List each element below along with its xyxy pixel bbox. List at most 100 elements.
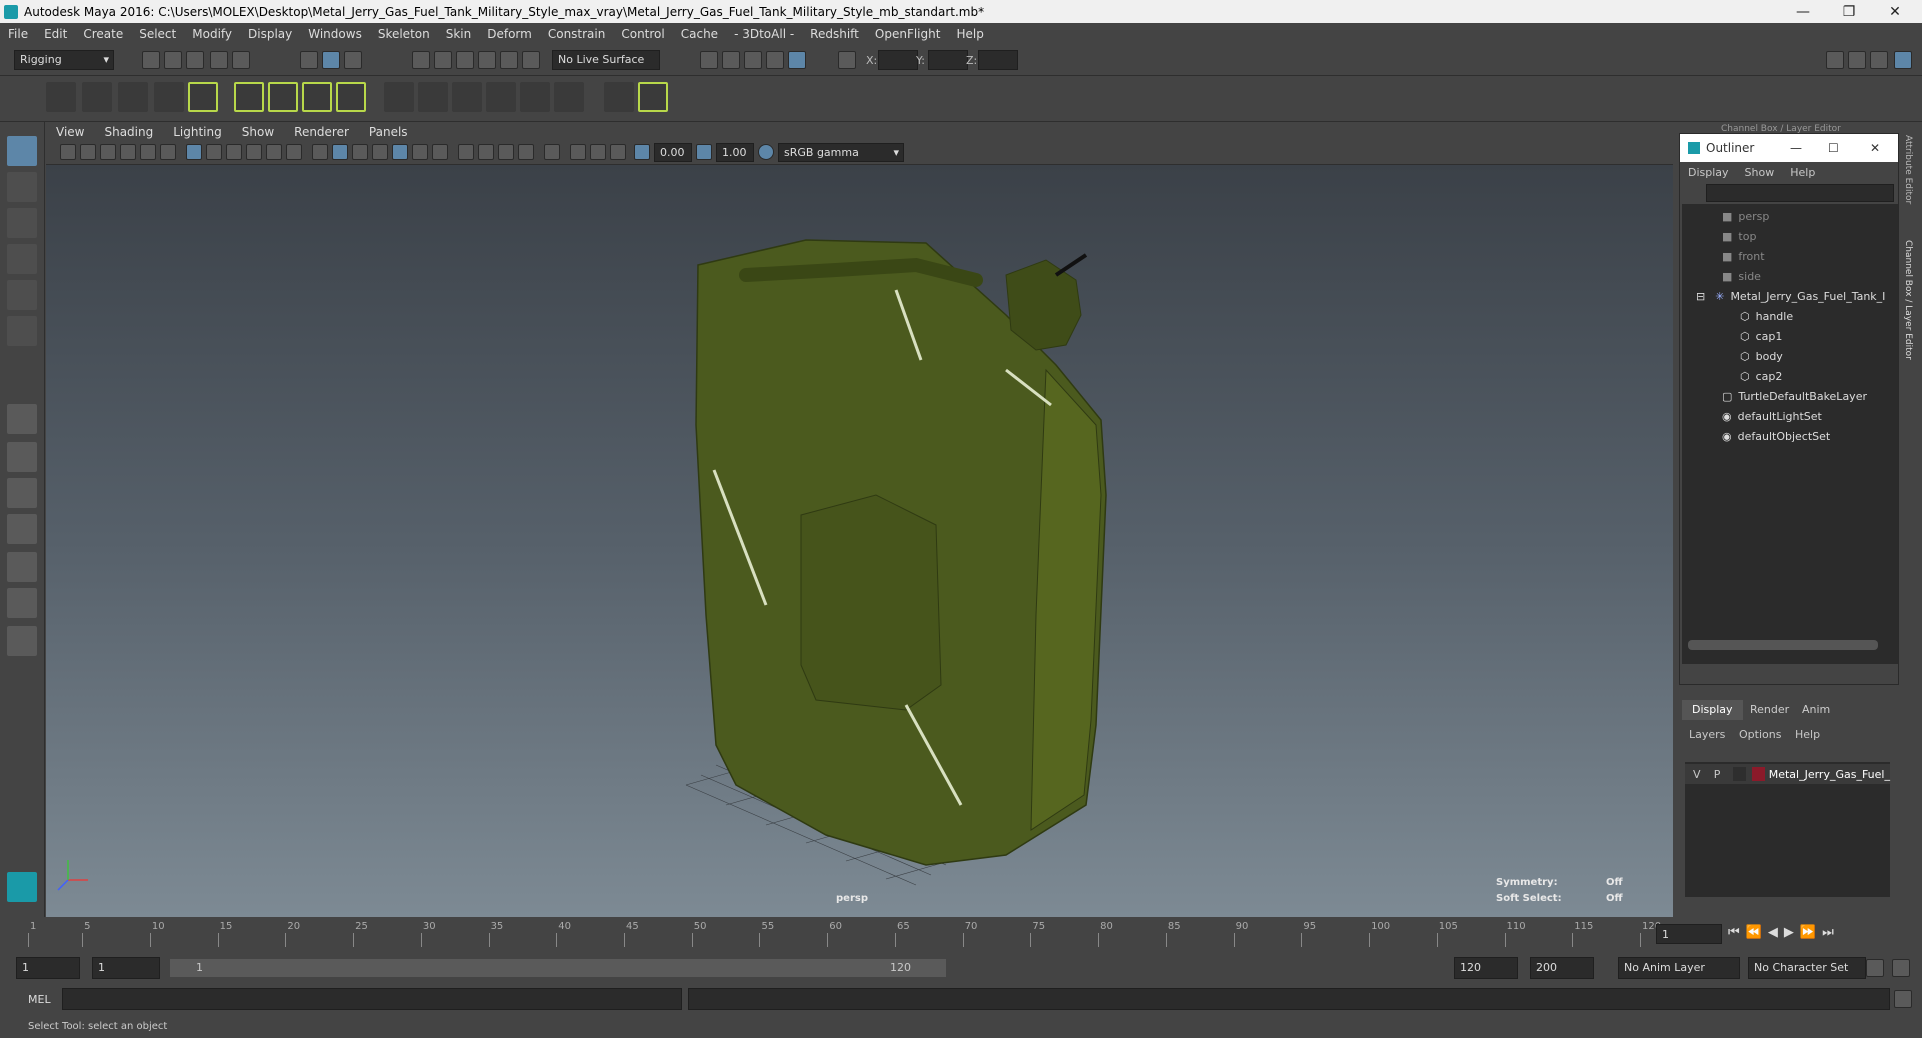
select-object-icon[interactable]	[322, 51, 340, 69]
outliner-menu-display[interactable]: Display	[1680, 166, 1737, 179]
close-button[interactable]: ✕	[1872, 0, 1918, 23]
collapse-icon[interactable]: ⊟	[1696, 290, 1705, 303]
playback-start-field[interactable]: 1	[92, 957, 160, 979]
snap-live-icon[interactable]	[522, 51, 540, 69]
menu-file[interactable]: File	[0, 27, 36, 41]
playback-end-field[interactable]: 120	[1454, 957, 1518, 979]
snap-point-icon[interactable]	[456, 51, 474, 69]
range-slider[interactable]: 1 120	[170, 959, 946, 977]
redo-icon[interactable]	[232, 51, 250, 69]
hypershade-icon[interactable]	[788, 51, 806, 69]
outliner-menu-show[interactable]: Show	[1737, 166, 1783, 179]
menu-openflight[interactable]: OpenFlight	[867, 27, 949, 41]
layer-visibility-toggle[interactable]: V	[1693, 768, 1710, 781]
snap-curve-icon[interactable]	[434, 51, 452, 69]
outliner-item-cap2[interactable]: ⬡ cap2	[1740, 366, 1782, 386]
attribute-editor-toggle-icon[interactable]	[1848, 51, 1866, 69]
script-language-label[interactable]: MEL	[28, 993, 51, 1006]
save-scene-icon[interactable]	[186, 51, 204, 69]
start-time-field[interactable]: 1	[16, 957, 80, 979]
menu-skeleton[interactable]: Skeleton	[370, 27, 438, 41]
playback-preferences-icon[interactable]	[1892, 959, 1910, 977]
bind-skin-icon[interactable]	[188, 82, 218, 112]
viewport-menu-show[interactable]: Show	[232, 125, 284, 139]
menu-windows[interactable]: Windows	[300, 27, 370, 41]
custom-layout-icon[interactable]	[7, 626, 37, 656]
modeling-toolkit-icon[interactable]	[1826, 51, 1844, 69]
two-d-pan-icon[interactable]	[140, 144, 156, 160]
transform-mode-icon[interactable]	[838, 51, 856, 69]
playback-controls[interactable]: ⏮⏪◀▶⏩⏭	[1728, 925, 1840, 940]
select-camera-icon[interactable]	[60, 144, 76, 160]
menu-control[interactable]: Control	[613, 27, 672, 41]
render-settings-icon[interactable]	[766, 51, 784, 69]
lattice-icon[interactable]	[234, 82, 264, 112]
motion-blur-icon[interactable]	[478, 144, 494, 160]
outliner-close-button[interactable]: ✕	[1870, 141, 1880, 155]
wireframe-on-shaded-icon[interactable]	[372, 144, 388, 160]
layer-type-toggle[interactable]	[1732, 767, 1746, 781]
y-coordinate-field[interactable]	[928, 50, 968, 70]
outliner-item-front[interactable]: ■ front	[1722, 246, 1765, 266]
scale-constraint-icon[interactable]	[486, 82, 516, 112]
create-character-icon[interactable]	[638, 82, 668, 112]
select-tool-icon[interactable]	[7, 136, 37, 166]
camera-attributes-icon[interactable]	[80, 144, 96, 160]
hypershade-layout-icon[interactable]	[7, 552, 37, 582]
time-slider[interactable]: 1 5 10 15 20 25 30 35 40 45 50 55 60 65 70 75 80 85 90 95 10…	[0, 917, 1922, 953]
layer-color-swatch[interactable]	[1751, 767, 1765, 781]
outliner-item-persp[interactable]: ■ persp	[1722, 206, 1769, 226]
select-hierarchy-icon[interactable]	[300, 51, 318, 69]
viewport-menu-lighting[interactable]: Lighting	[163, 125, 232, 139]
script-editor-icon[interactable]	[1894, 990, 1912, 1008]
field-chart-icon[interactable]	[266, 144, 282, 160]
grease-pencil-icon[interactable]	[160, 144, 176, 160]
gate-mask-icon[interactable]	[246, 144, 262, 160]
textured-icon[interactable]	[392, 144, 408, 160]
gamma-icon[interactable]	[696, 144, 712, 160]
color-space-dropdown[interactable]: sRGB gamma ▾	[778, 143, 904, 162]
end-time-field[interactable]: 200	[1530, 957, 1594, 979]
aim-constraint-icon[interactable]	[418, 82, 448, 112]
outliner-item-cap1[interactable]: ⬡ cap1	[1740, 326, 1782, 346]
z-coordinate-field[interactable]	[978, 50, 1018, 70]
gamma-field[interactable]: 1.00	[716, 143, 754, 162]
use-all-lights-icon[interactable]	[412, 144, 428, 160]
layer-tab-render[interactable]: Render	[1740, 700, 1799, 720]
anti-aliasing-icon[interactable]	[498, 144, 514, 160]
new-scene-icon[interactable]	[142, 51, 160, 69]
menu-modify[interactable]: Modify	[184, 27, 240, 41]
channel-box-toggle-icon[interactable]	[1894, 51, 1912, 69]
exposure-icon[interactable]	[634, 144, 650, 160]
snap-grid-icon[interactable]	[412, 51, 430, 69]
viewport-menu-view[interactable]: View	[46, 125, 94, 139]
isolate-select-icon[interactable]	[544, 144, 560, 160]
depth-of-field-icon[interactable]	[518, 144, 534, 160]
outliner-minimize-button[interactable]: —	[1790, 141, 1802, 155]
outliner-horizontal-scrollbar[interactable]	[1688, 640, 1878, 650]
menu-skin[interactable]: Skin	[438, 27, 480, 41]
snap-surface-icon[interactable]	[500, 51, 518, 69]
menu-help[interactable]: Help	[948, 27, 991, 41]
color-management-icon[interactable]	[758, 144, 774, 160]
layer-tab-display[interactable]: Display	[1682, 700, 1743, 720]
attribute-editor-side-tab[interactable]: Attribute Editor	[1903, 135, 1917, 235]
four-view-layout-icon[interactable]	[7, 442, 37, 472]
grid-icon[interactable]	[186, 144, 202, 160]
outliner-item-light-set[interactable]: ◉ defaultLightSet	[1722, 406, 1822, 426]
smooth-shade-icon[interactable]	[332, 144, 348, 160]
menu-3dtoall[interactable]: - 3DtoAll -	[726, 27, 802, 41]
outliner-menu-help[interactable]: Help	[1782, 166, 1823, 179]
wrap-icon[interactable]	[302, 82, 332, 112]
x-coordinate-field[interactable]	[878, 50, 918, 70]
open-scene-icon[interactable]	[164, 51, 182, 69]
persp-outliner-layout-icon[interactable]	[7, 478, 37, 508]
outliner-item-object-set[interactable]: ◉ defaultObjectSet	[1722, 426, 1830, 446]
minimize-button[interactable]: —	[1780, 0, 1826, 23]
ipr-render-icon[interactable]	[744, 51, 762, 69]
live-surface-field[interactable]: No Live Surface	[552, 50, 660, 70]
outliner-item-handle[interactable]: ⬡ handle	[1740, 306, 1793, 326]
perspective-viewport[interactable]: persp Symmetry: Off Soft Select: Off	[46, 165, 1673, 917]
exposure-field[interactable]: 0.00	[654, 143, 692, 162]
render-view-icon[interactable]	[722, 51, 740, 69]
